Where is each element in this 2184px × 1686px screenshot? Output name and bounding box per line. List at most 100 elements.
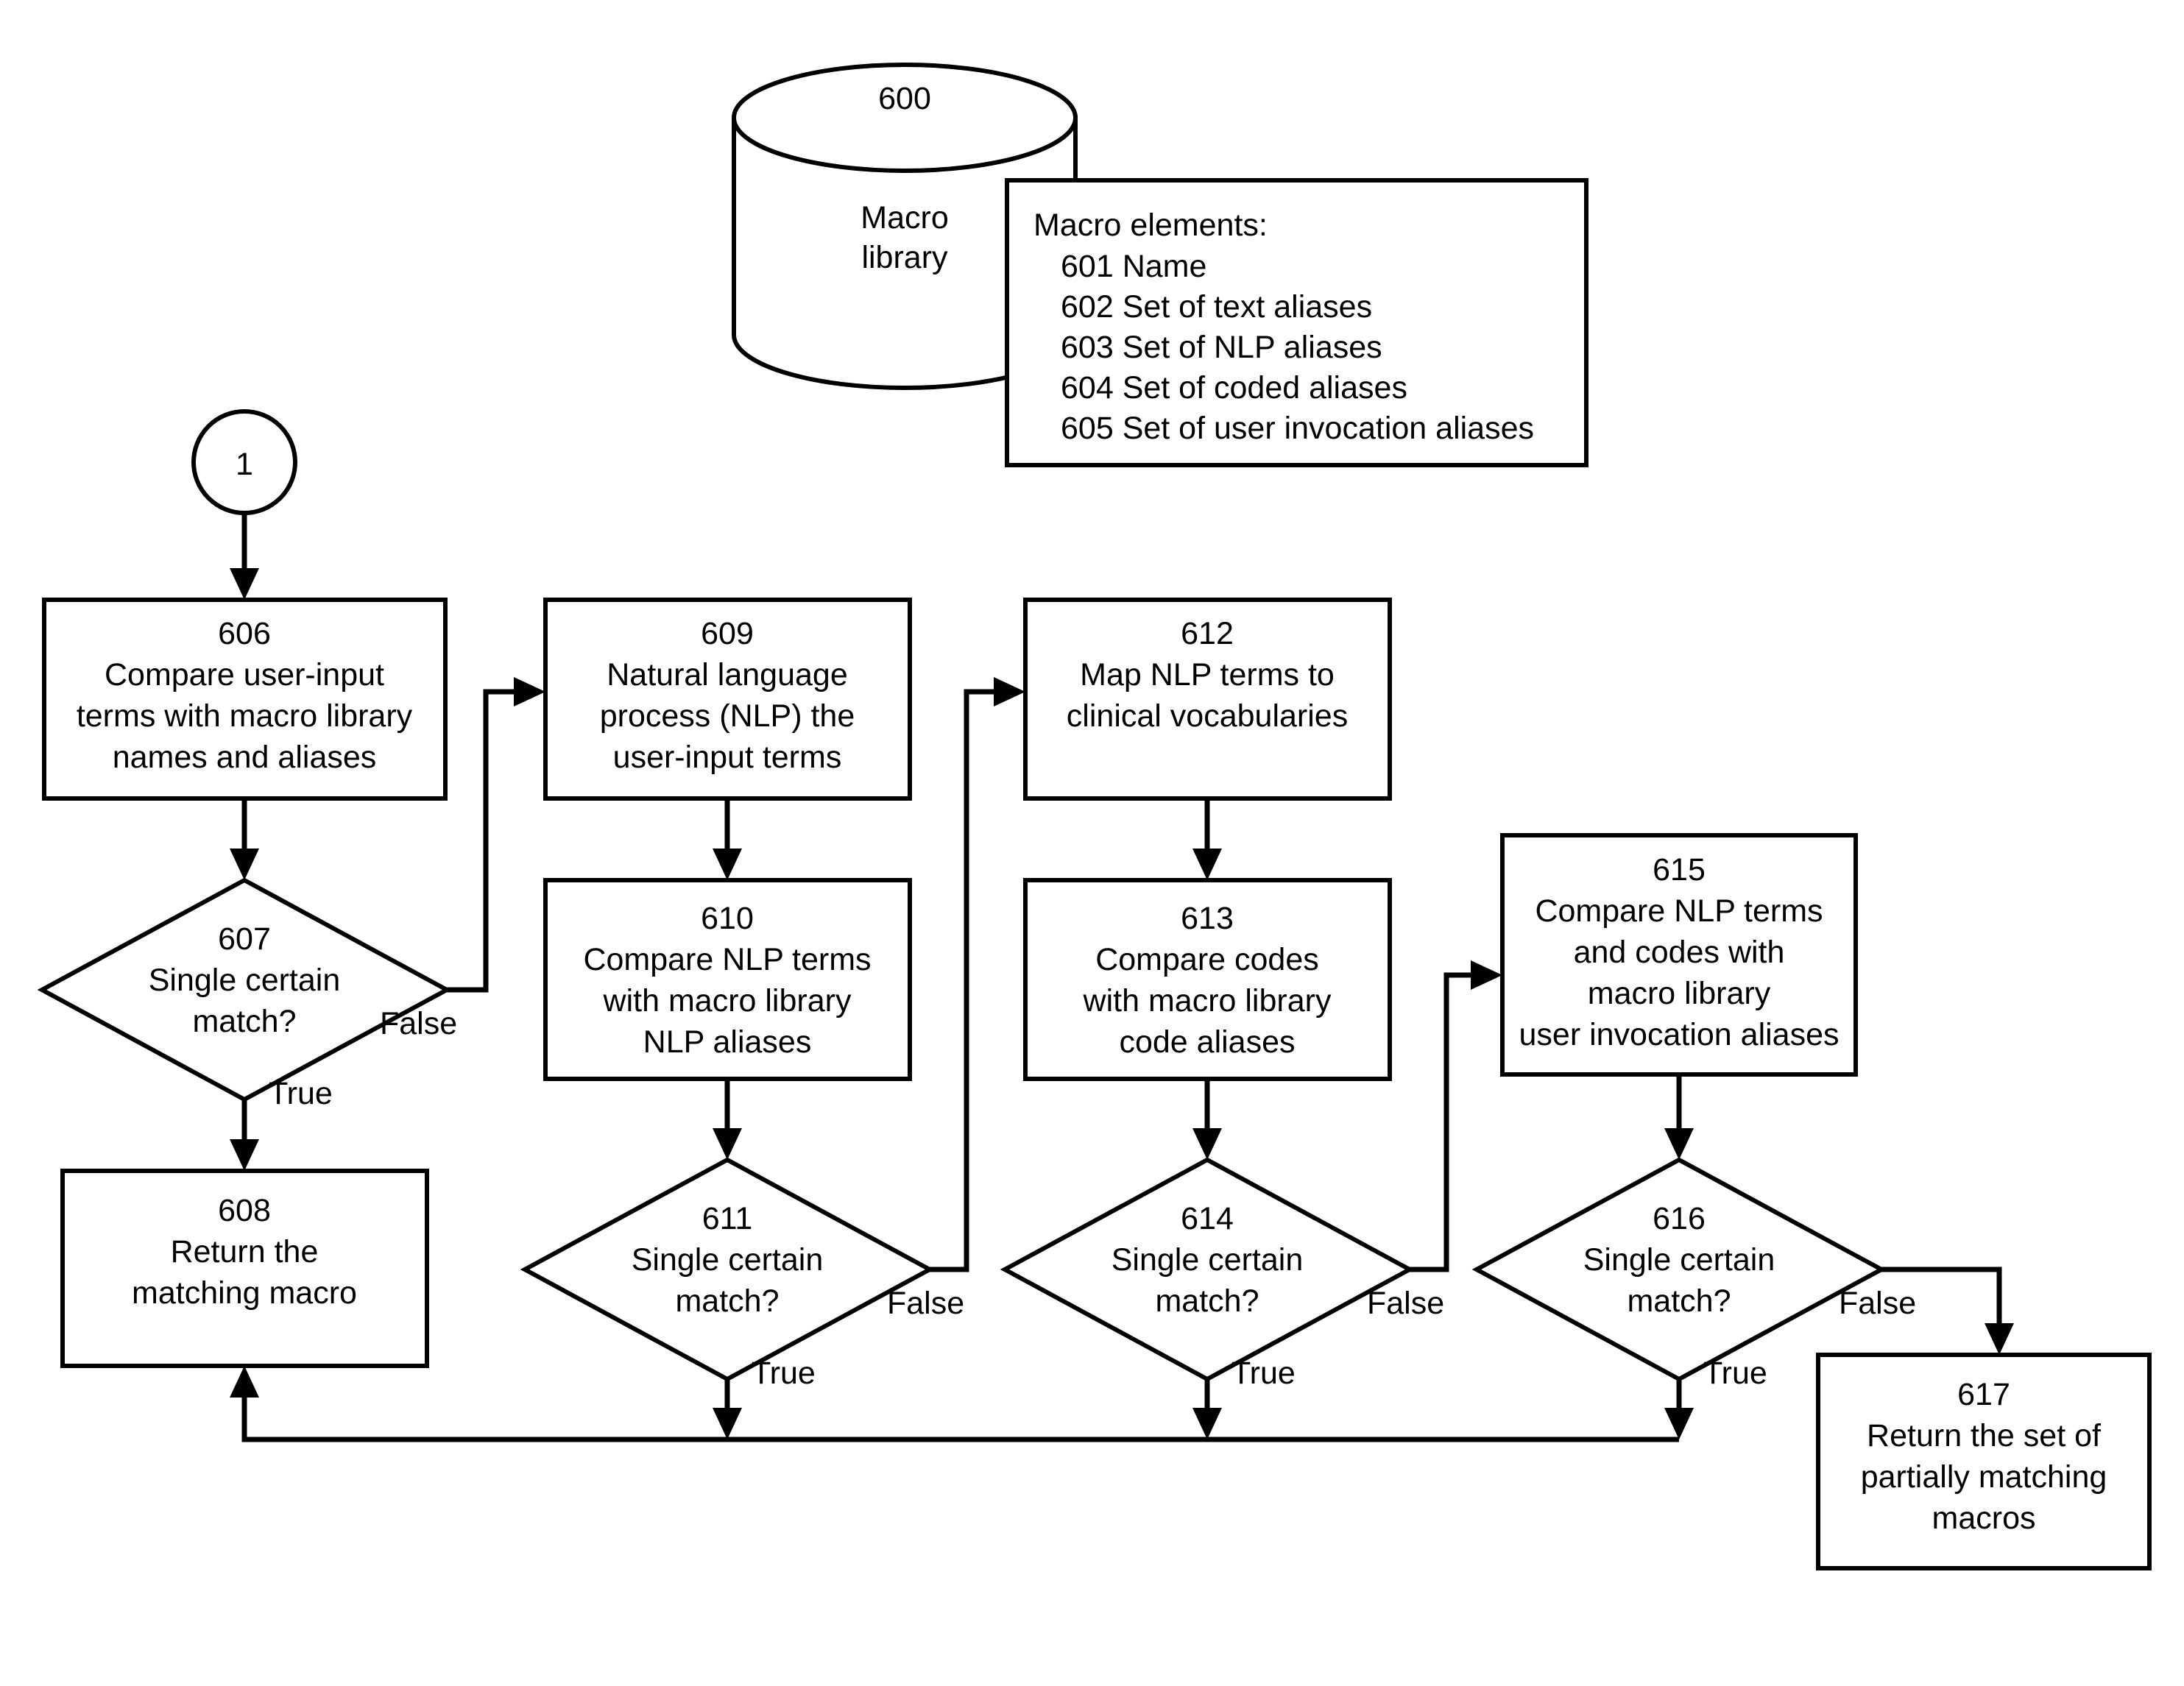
arrowhead xyxy=(514,677,545,706)
datastore-id: 600 xyxy=(878,81,931,116)
flowchart-canvas: 600 Macro library Macro elements: 601 Na… xyxy=(37,63,2152,1570)
node-611-line-2: match? xyxy=(675,1283,779,1319)
edge-label-614-true: True xyxy=(1231,1356,1296,1391)
macro-element-item-602: 602 Set of text aliases xyxy=(1061,289,1372,325)
node-613-line-1: Compare codes xyxy=(1095,942,1319,977)
arrowhead xyxy=(994,677,1025,706)
edge-connector1-to-606 xyxy=(230,513,259,600)
macro-elements-box: Macro elements: 601 Name 602 Set of text… xyxy=(1005,178,1588,467)
node-616: 616 Single certain match? xyxy=(1471,1157,1887,1382)
node-615-line-4: user invocation aliases xyxy=(1519,1017,1839,1052)
node-606-line-3: names and aliases xyxy=(113,740,377,775)
macro-element-item-603: 603 Set of NLP aliases xyxy=(1061,330,1382,365)
arrowhead xyxy=(1192,1408,1222,1439)
connector-circle-label: 1 xyxy=(236,447,253,482)
node-615-line-2: and codes with xyxy=(1574,935,1785,970)
edge-607-true-to-608 xyxy=(230,1099,259,1171)
arrowhead xyxy=(230,1139,259,1171)
macro-element-item-605: 605 Set of user invocation aliases xyxy=(1061,411,1534,446)
node-606-line-1: Compare user-input xyxy=(105,657,384,693)
edge-label-611-false: False xyxy=(887,1286,964,1321)
edge-label-607-true: True xyxy=(269,1076,333,1111)
node-606-line-0: 606 xyxy=(218,616,271,651)
edge-606-to-607 xyxy=(230,798,259,880)
node-611: 611 Single certain match? xyxy=(520,1157,935,1382)
node-609-line-1: Natural language xyxy=(607,657,848,693)
edge-611-true-to-merge xyxy=(713,1379,742,1439)
arrowhead xyxy=(1664,1128,1694,1160)
node-606: 606 Compare user-input terms with macro … xyxy=(42,598,448,801)
arrowhead xyxy=(230,1366,259,1398)
node-614-line-0: 614 xyxy=(1181,1201,1234,1236)
node-614-line-1: Single certain xyxy=(1112,1242,1304,1278)
node-608-line-0: 608 xyxy=(218,1193,271,1228)
datastore-label-line1: Macro xyxy=(860,200,948,235)
arrowhead xyxy=(1664,1408,1694,1439)
node-609-line-3: user-input terms xyxy=(613,740,842,775)
node-608: 608 Return the matching macro xyxy=(60,1169,429,1368)
edge-612-to-613 xyxy=(1192,798,1222,880)
node-612-line-1: Map NLP terms to xyxy=(1080,657,1335,693)
node-610-line-0: 610 xyxy=(701,901,754,936)
node-612: 612 Map NLP terms to clinical vocabulari… xyxy=(1023,598,1392,801)
node-612-line-0: 612 xyxy=(1181,616,1234,651)
offpage-connector-1: 1 xyxy=(191,409,297,515)
arrowhead xyxy=(713,1128,742,1160)
node-611-line-0: 611 xyxy=(702,1201,753,1236)
node-609-line-0: 609 xyxy=(701,616,754,651)
edge-label-616-true: True xyxy=(1703,1356,1767,1391)
node-607: 607 Single certain match? xyxy=(37,877,452,1102)
node-607-line-2: match? xyxy=(192,1004,296,1039)
macro-elements-title: Macro elements: xyxy=(1033,208,1268,243)
edge-615-to-616 xyxy=(1664,1074,1694,1160)
edge-611-false-to-612 xyxy=(930,677,1025,1272)
node-617-line-2: partially matching xyxy=(1861,1459,2107,1495)
node-610-line-2: with macro library xyxy=(603,983,852,1019)
macro-element-item-604: 604 Set of coded aliases xyxy=(1061,370,1407,405)
edge-610-to-611 xyxy=(713,1079,742,1160)
node-617-line-0: 617 xyxy=(1957,1377,2010,1412)
node-609-line-2: process (NLP) the xyxy=(600,698,855,734)
node-610-line-1: Compare NLP terms xyxy=(583,942,871,977)
arrowhead xyxy=(1985,1323,2014,1355)
arrowhead xyxy=(1471,960,1502,990)
edge-614-true-to-merge xyxy=(1192,1379,1222,1439)
node-616-line-1: Single certain xyxy=(1583,1242,1775,1278)
node-617-line-3: macros xyxy=(1932,1501,2036,1536)
node-607-line-1: Single certain xyxy=(149,963,341,998)
arrowhead xyxy=(713,1408,742,1439)
node-615-line-0: 615 xyxy=(1653,852,1706,888)
node-613-line-2: with macro library xyxy=(1083,983,1332,1019)
node-606-line-2: terms with macro library xyxy=(77,698,413,734)
node-617: 617 Return the set of partially matching… xyxy=(1816,1353,2152,1570)
arrowhead xyxy=(1192,1128,1222,1160)
flowchart-figure: 600 Macro library Macro elements: 601 Na… xyxy=(0,0,2184,1686)
edge-label-611-true: True xyxy=(752,1356,816,1391)
node-615: 615 Compare NLP terms and codes with mac… xyxy=(1500,833,1858,1077)
arrowhead xyxy=(713,849,742,880)
arrowhead xyxy=(1192,849,1222,880)
edge-merge-rail-to-608 xyxy=(230,1366,1679,1442)
node-609: 609 Natural language process (NLP) the u… xyxy=(543,598,912,801)
arrowhead xyxy=(230,568,259,600)
edge-607-false-to-609 xyxy=(447,677,545,993)
edge-label-614-false: False xyxy=(1367,1286,1444,1321)
node-616-line-0: 616 xyxy=(1653,1201,1706,1236)
edge-613-to-614 xyxy=(1192,1079,1222,1160)
edge-616-true-to-merge xyxy=(1664,1379,1694,1439)
node-614-line-2: match? xyxy=(1155,1283,1259,1319)
node-613-line-3: code aliases xyxy=(1119,1024,1295,1060)
node-614: 614 Single certain match? xyxy=(1000,1157,1415,1382)
node-608-line-1: Return the xyxy=(171,1234,319,1269)
node-613-line-0: 613 xyxy=(1181,901,1234,936)
node-608-line-2: matching macro xyxy=(132,1275,357,1311)
node-617-line-1: Return the set of xyxy=(1867,1418,2102,1453)
node-607-line-0: 607 xyxy=(218,921,271,957)
node-610: 610 Compare NLP terms with macro library… xyxy=(543,878,912,1081)
node-611-line-1: Single certain xyxy=(632,1242,824,1278)
macro-element-item-601: 601 Name xyxy=(1061,249,1206,284)
node-616-line-2: match? xyxy=(1627,1283,1731,1319)
datastore-label-line2: library xyxy=(861,240,948,275)
edge-label-616-false: False xyxy=(1839,1286,1916,1321)
node-610-line-3: NLP aliases xyxy=(643,1024,812,1060)
